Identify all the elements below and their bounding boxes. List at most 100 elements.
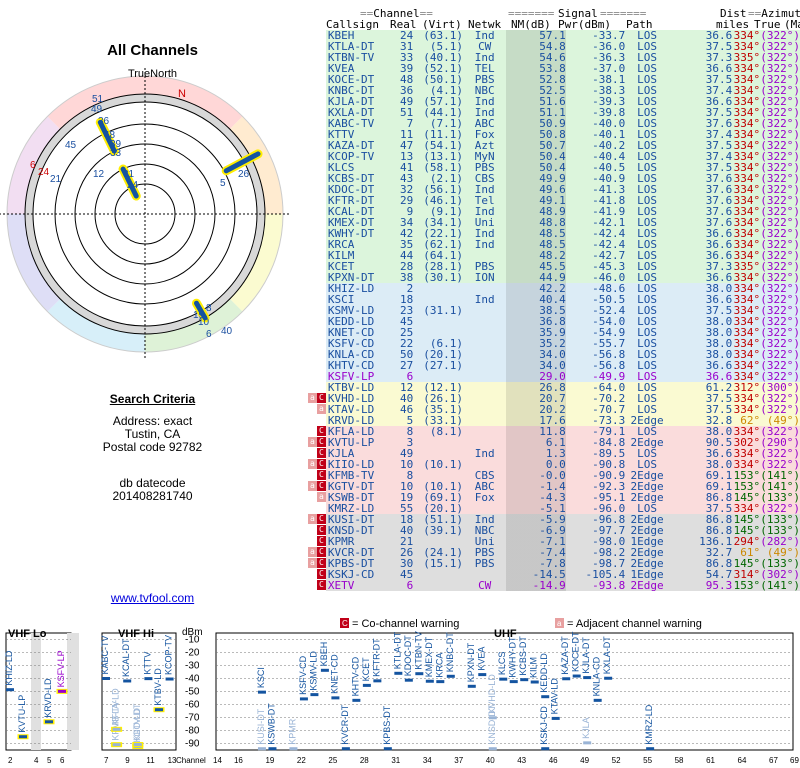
station-row[interactable]: KCBS-DT 43 (2.1) CBS 49.9 -40.9 LOS 37.6 334° (32… xyxy=(304,173,800,184)
x-tick-label: 7 xyxy=(104,756,109,765)
station-row[interactable]: KCOP-TV 13 (13.1) MyN 50.4 -40.4 LOS 37.4 334° (3… xyxy=(304,151,800,162)
station-row[interactable]: KNLA-CD 50 (20.1) 34.0 -56.8 LOS 38.0 334° (322°… xyxy=(304,349,800,360)
dist-cell: 95.3 xyxy=(668,580,733,591)
station-row[interactable]: C KFLA-LD 8 (8.1) 11.8 -79.1 LOS 38.0 334° (322°) xyxy=(304,426,800,437)
station-row[interactable]: KTBV-LD 12 (12.1) 26.8 -64.0 LOS 61.2 312° (300°… xyxy=(304,382,800,393)
legend-adj-text: = Adjacent channel warning xyxy=(567,618,702,630)
station-row[interactable]: KEDD-LD 45 36.8 -54.0 LOS 38.0 334° (322°) xyxy=(304,316,800,327)
legend-co-text: = Co-channel warning xyxy=(352,618,459,630)
polar-label: 5 xyxy=(220,178,226,189)
station-row[interactable]: KFTR-DT 29 (46.1) Tel 49.1 -41.8 LOS 37.6 334° (3… xyxy=(304,195,800,206)
callsign-cell: KPXN-DT xyxy=(325,272,388,283)
station-row[interactable]: KSFV-LP 6 29.0 -49.9 LOS 36.6 334° (322°) xyxy=(304,371,800,382)
path-cell: LOS xyxy=(625,272,669,283)
station-row[interactable]: C KNSD-DT 40 (39.1) NBC -6.9 -97.7 2Edge 86.8 145… xyxy=(304,525,800,536)
dist-cell: 37.6 xyxy=(668,206,733,217)
station-row[interactable]: a C KVCR-DT 26 (24.1) PBS -7.4 -98.2 2Edge 32.7 61… xyxy=(304,547,800,558)
station-row[interactable]: KABC-TV 7 (7.1) ABC 50.9 -40.0 LOS 37.6 334° (322… xyxy=(304,118,800,129)
polar-label: 45 xyxy=(65,140,77,151)
station-row[interactable]: KHTV-CD 27 (27.1) 34.0 -56.8 LOS 36.6 334° (322°… xyxy=(304,360,800,371)
station-row[interactable]: KJLA-DT 49 (57.1) Ind 51.6 -39.3 LOS 36.6 334° (3… xyxy=(304,96,800,107)
station-row[interactable]: KNET-CD 25 35.9 -54.9 LOS 38.0 334° (322°) xyxy=(304,327,800,338)
path-cell: LOS xyxy=(625,74,669,85)
station-row[interactable]: a C KVTU-LP 3 6.1 -84.8 2Edge 90.5 302° (290°) xyxy=(304,437,800,448)
station-row[interactable]: KCAL-DT 9 (9.1) Ind 48.9 -41.9 LOS 37.6 334° (322… xyxy=(304,206,800,217)
nm-cell: 49.6 xyxy=(506,184,566,195)
nm-cell: 50.9 xyxy=(506,118,566,129)
station-row[interactable]: KHIZ-LD 2 42.2 -48.6 LOS 38.0 334° (322°) xyxy=(304,283,800,294)
real-cell: 19 xyxy=(387,492,414,503)
netwk-cell: Azt xyxy=(462,140,507,151)
station-row[interactable]: KSMV-LD 23 (31.1) 38.5 -52.4 LOS 37.5 334° (322°… xyxy=(304,305,800,316)
station-row[interactable]: a C KIIO-LD 10 (10.1) 0.0 -90.8 LOS 38.0 334° (322… xyxy=(304,459,800,470)
pwr-cell: -40.0 xyxy=(565,118,626,129)
dist-cell: 37.5 xyxy=(668,404,733,415)
station-row[interactable]: KSFV-CD 22 (6.1) 35.2 -55.7 LOS 38.0 334° (322°) xyxy=(304,338,800,349)
station-row[interactable]: C KJLA 49 Ind 1.3 -89.5 LOS 36.6 334° (322°) xyxy=(304,448,800,459)
station-row[interactable]: KILM 44 (64.1) 48.2 -42.7 LOS 36.6 334° (322°) xyxy=(304,250,800,261)
bar-label: KVCR-DT xyxy=(340,704,350,745)
station-row[interactable]: KVEA 39 (52.1) TEL 53.8 -37.0 LOS 36.6 334° (322°… xyxy=(304,63,800,74)
station-row[interactable]: KWHY-DT 42 (22.1) Ind 48.5 -42.4 LOS 36.6 334° (3… xyxy=(304,228,800,239)
station-row[interactable]: KCET 28 (28.1) PBS 45.5 -45.3 LOS 37.3 335° (322°… xyxy=(304,261,800,272)
station-row[interactable]: a KSWB-DT 19 (69.1) Fox -4.3 -95.1 2Edge 86.8 145… xyxy=(304,492,800,503)
az-magn-cell: (133°) xyxy=(760,525,800,536)
station-row[interactable]: KTTV 11 (11.1) Fox 50.8 -40.1 LOS 37.4 334° (322°… xyxy=(304,129,800,140)
callsign-cell: KRVD-LD xyxy=(325,415,388,426)
station-row[interactable]: KDOC-DT 32 (56.1) Ind 49.6 -41.3 LOS 37.6 334° (3… xyxy=(304,184,800,195)
netwk-cell: CW xyxy=(462,41,507,52)
az-magn-cell: (322°) xyxy=(760,162,800,173)
station-row[interactable]: a C KUSI-DT 18 (51.1) Ind -5.9 -96.8 2Edge 86.8 14… xyxy=(304,514,800,525)
bar-label: KIIO-LD xyxy=(132,708,142,741)
station-row[interactable]: C XETV 6 CW -14.9 -93.8 2Edge 95.3 153° (141°) xyxy=(304,580,800,591)
bar-label: KPMR xyxy=(287,718,297,745)
station-row[interactable]: KPXN-DT 38 (30.1) ION 44.9 -46.0 LOS 36.6 334° (3… xyxy=(304,272,800,283)
path-cell: LOS xyxy=(625,360,669,371)
path-cell: LOS xyxy=(625,96,669,107)
station-row[interactable]: a C KGTV-DT 10 (10.1) ABC -1.4 -92.3 2Edge 69.1 15… xyxy=(304,481,800,492)
station-row[interactable]: KXLA-DT 51 (44.1) Ind 51.1 -39.8 LOS 37.5 334° (3… xyxy=(304,107,800,118)
pwr-cell: -40.5 xyxy=(565,162,626,173)
path-cell: LOS xyxy=(625,316,669,327)
station-row[interactable]: a KTAV-LD 46 (35.1) 20.2 -70.7 LOS 37.5 334° (322… xyxy=(304,404,800,415)
station-row[interactable]: KRCA 35 (62.1) Ind 48.5 -42.4 LOS 36.6 334° (322°… xyxy=(304,239,800,250)
netwk-cell: Ind xyxy=(462,514,507,525)
station-row[interactable]: KBEH 24 (63.1) Ind 57.1 -33.7 LOS 36.6 334° (322°… xyxy=(304,30,800,41)
callsign-cell: KPBS-DT xyxy=(325,558,388,569)
path-cell: LOS xyxy=(625,151,669,162)
az-magn-cell: (322°) xyxy=(760,118,800,129)
station-row[interactable]: KSCI 18 Ind 40.4 -50.5 LOS 36.6 334° (322°) xyxy=(304,294,800,305)
path-cell: LOS xyxy=(625,85,669,96)
station-row[interactable]: C KSKJ-CD 45 -14.5 -105.4 1Edge 54.7 314° (302°) xyxy=(304,569,800,580)
station-row[interactable]: C KPMR 21 Uni -7.1 -98.0 1Edge 136.1 294° (282°) xyxy=(304,536,800,547)
real-cell: 34 xyxy=(387,217,414,228)
station-row[interactable]: KMRZ-LD 55 (20.1) -5.1 -96.0 LOS 37.5 334° (322°… xyxy=(304,503,800,514)
adjacent-warning-icon: a xyxy=(316,404,326,414)
callsign-cell: KVTU-LP xyxy=(325,437,388,448)
x-tick-label: 67 xyxy=(769,756,778,765)
nm-cell: 26.8 xyxy=(506,382,566,393)
real-cell: 21 xyxy=(387,536,414,547)
path-cell: LOS xyxy=(625,162,669,173)
pwr-cell: -70.7 xyxy=(565,404,626,415)
station-row[interactable]: a C KVHD-LD 40 (26.1) 20.7 -70.2 LOS 37.5 334° (32… xyxy=(304,393,800,404)
bar-kcet xyxy=(362,683,371,687)
station-row[interactable]: KTBN-TV 33 (40.1) Ind 54.6 -36.3 LOS 37.3 335° (3… xyxy=(304,52,800,63)
az-true-cell: 334° xyxy=(732,272,761,283)
virt-cell: (2.1) xyxy=(413,173,463,184)
bar-kftr-dt xyxy=(373,679,382,683)
hdr-magn: (Magn) xyxy=(784,18,800,31)
station-row[interactable]: C KFMB-TV 8 CBS -0.0 -90.9 2Edge 69.1 153° (141°) xyxy=(304,470,800,481)
station-row[interactable]: KMEX-DT 34 (34.1) Uni 48.8 -42.1 LOS 37.6 334° (3… xyxy=(304,217,800,228)
station-row[interactable]: KLCS 41 (58.1) PBS 50.4 -40.5 LOS 37.5 334° (322°… xyxy=(304,162,800,173)
station-row[interactable]: KRVD-LD 5 (33.1) 17.6 -73.3 2Edge 32.8 62° (49°) xyxy=(304,415,800,426)
station-row[interactable]: KNBC-DT 36 (4.1) NBC 52.5 -38.3 LOS 37.4 334° (32… xyxy=(304,85,800,96)
station-row[interactable]: a C KPBS-DT 30 (15.1) PBS -7.8 -98.7 2Edge 86.8 14… xyxy=(304,558,800,569)
site-link[interactable]: www.tvfool.com xyxy=(0,591,305,605)
station-row[interactable]: KTLA-DT 31 (5.1) CW 54.8 -36.0 LOS 37.5 334° (322… xyxy=(304,41,800,52)
real-cell: 30 xyxy=(387,558,414,569)
az-true-cell: 153° xyxy=(732,470,761,481)
station-row[interactable]: KOCE-DT 48 (50.1) PBS 52.8 -38.1 LOS 37.5 334° (3… xyxy=(304,74,800,85)
pwr-cell: -45.3 xyxy=(565,261,626,272)
station-row[interactable]: KAZA-DT 47 (54.1) Azt 50.7 -40.2 LOS 37.5 334° (3… xyxy=(304,140,800,151)
